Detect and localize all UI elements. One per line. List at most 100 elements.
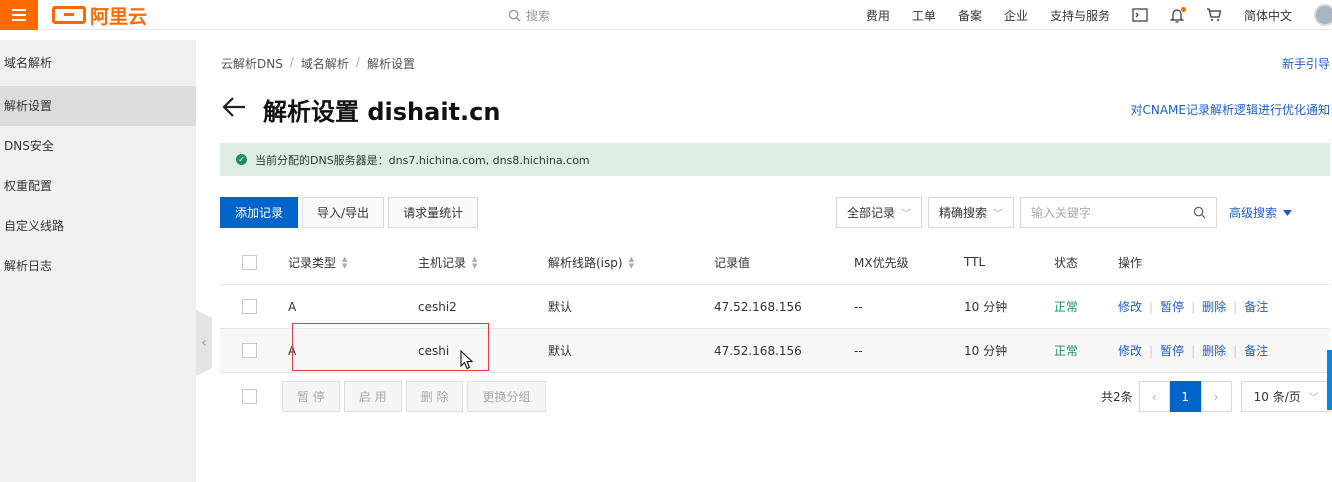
page-number[interactable]: 1 [1169,381,1201,412]
logo-text: 阿里云 [90,5,148,28]
cname-notice-link[interactable]: 对CNAME记录解析逻辑进行优化通知 [1130,101,1330,118]
column-label: MX优先级 [854,255,909,270]
nav-enterprise[interactable]: 企业 [1004,7,1028,24]
col-record-type[interactable]: 记录类型 ▲ ▼ [288,240,347,284]
terminal-icon[interactable] [1132,8,1148,22]
pause-link[interactable]: 暂停 [1160,342,1184,359]
column-label: 状态 [1054,255,1079,270]
column-label: 记录类型 [288,255,337,270]
cart-icon[interactable] [1206,8,1222,22]
chevron-down-icon: ﹀ [993,209,1004,220]
language-switch[interactable]: 简体中文 [1244,7,1292,24]
request-stats-button[interactable]: 请求量统计 [388,197,479,228]
select-all-checkbox[interactable] [242,254,257,270]
search-icon[interactable] [1193,206,1206,219]
resolution-line: 默认 [548,300,573,314]
page-size-select[interactable]: 10 条/页 ﹀ [1240,381,1330,412]
breadcrumb-item: 解析设置 [366,57,415,71]
sort-icon[interactable]: ▲ ▼ [342,255,347,269]
bulk-pause-button[interactable]: 暂 停 [282,381,340,412]
top-nav: 费用 工单 备案 企业 支持与服务 简体中文 [866,0,1332,30]
search-mode-value: 精确搜索 [939,206,988,220]
bell-icon[interactable] [1169,6,1186,23]
edit-link[interactable]: 修改 [1118,298,1142,315]
status-badge: 正常 [1054,300,1079,314]
add-record-button[interactable]: 添加记录 [220,197,299,228]
bulk-delete-button[interactable]: 删 除 [405,381,464,412]
row-actions: 修改 | 暂停 | 删除 | 备注 [1118,285,1268,328]
column-label: 主机记录 [418,255,467,270]
nav-fees[interactable]: 费用 [866,7,890,24]
advanced-search-toggle[interactable]: 高级搜索 [1229,204,1293,221]
sidebar-collapse-handle[interactable]: ‹ [196,310,212,376]
sidebar-item-dns-security[interactable]: DNS安全 [0,126,196,166]
chevron-down-icon: ﹀ [901,209,912,220]
keyword-input[interactable]: 输入关键字 [1020,197,1218,228]
chevron-left-icon: ‹ [201,335,207,351]
bulk-enable-button[interactable]: 启 用 [343,381,402,412]
avatar[interactable] [1314,4,1332,26]
chevron-down-icon: ﹀ [1308,393,1319,404]
action-separator: | [1149,343,1154,358]
sidebar-item-custom-line[interactable]: 自定义线路 [0,206,196,246]
column-label: 解析线路(isp) [548,255,623,270]
breadcrumb-item[interactable]: 云解析DNS [221,55,283,72]
pagination: 共2条 ‹ 1 › 10 条/页 ﹀ [1101,381,1330,412]
nav-tickets[interactable]: 工单 [912,7,936,24]
row-select-cell [242,285,257,328]
col-status: 状态 [1054,240,1078,284]
menu-icon[interactable] [0,0,38,30]
row-checkbox[interactable] [242,343,257,358]
page-title: 解析设置 dishait.cn [263,98,501,126]
aliyun-logo[interactable]: 阿里云 [52,3,148,28]
nav-support[interactable]: 支持与服务 [1050,7,1110,24]
change-group-button[interactable]: 更换分组 [467,381,546,412]
breadcrumb-separator: / [355,55,360,69]
action-separator: | [1149,299,1154,314]
sidebar-item-weight-config[interactable]: 权重配置 [0,166,196,206]
pause-link[interactable]: 暂停 [1160,298,1184,315]
import-export-button[interactable]: 导入/导出 [302,197,385,228]
dns-server-alert: ✓ 当前分配的DNS服务器是：dns7.hichina.com, dns8.hi… [220,143,1330,176]
sort-icon[interactable]: ▲ ▼ [629,255,634,269]
table-row: A ceshi 默认 47.52.168.156 -- 10 分钟 正常 修改 |… [220,329,1330,373]
search-mode-select[interactable]: 精确搜索 ﹀ [928,197,1015,228]
breadcrumb-item[interactable]: 域名解析 [301,55,349,72]
record-filter-select[interactable]: 全部记录 ﹀ [836,197,923,228]
col-host[interactable]: 主机记录 ▲ ▼ [418,240,477,284]
sidebar-item-resolution-log[interactable]: 解析日志 [0,246,196,286]
next-page-button[interactable]: › [1200,381,1232,412]
back-arrow-icon[interactable] [221,96,247,123]
select-all-cell [242,240,257,284]
records-table: 记录类型 ▲ ▼ 主机记录 ▲ ▼ 解析线路(isp) ▲ ▼ 记录值 MX优先级 TTL … [220,240,1330,373]
remark-link[interactable]: 备注 [1244,342,1268,359]
check-circle-icon: ✓ [236,154,247,165]
global-search[interactable]: 搜索 [508,7,550,24]
nav-icp[interactable]: 备案 [958,7,982,24]
prev-page-button[interactable]: ‹ [1138,381,1170,412]
sidebar-item-resolution-settings[interactable]: 解析设置 [0,86,196,126]
sidebar-item-domain-resolution[interactable]: 域名解析 [0,40,196,86]
remark-link[interactable]: 备注 [1244,298,1268,315]
sort-icon[interactable]: ▲ ▼ [472,255,477,269]
delete-link[interactable]: 删除 [1202,342,1226,359]
ttl: 10 分钟 [964,344,1008,358]
guide-link[interactable]: 新手引导 [1282,55,1330,72]
action-separator: | [1191,299,1196,314]
mx-priority: -- [854,343,863,358]
record-toolbar: 添加记录 导入/导出 请求量统计 [220,197,479,228]
record-value: 47.52.168.156 [714,299,802,314]
action-separator: | [1233,299,1238,314]
column-label: TTL [964,255,986,269]
mouse-cursor-icon [460,349,474,373]
column-label: 记录值 [714,255,751,270]
bulk-select-checkbox[interactable] [242,389,257,404]
col-line[interactable]: 解析线路(isp) ▲ ▼ [548,240,634,284]
delete-link[interactable]: 删除 [1202,298,1226,315]
floating-side-tab[interactable] [1327,350,1332,410]
edit-link[interactable]: 修改 [1118,342,1142,359]
host-record: ceshi2 [418,299,457,314]
top-bar: 阿里云 搜索 费用 工单 备案 企业 支持与服务 简体中文 [0,0,1332,30]
sidebar: 域名解析 解析设置 DNS安全 权重配置 自定义线路 解析日志 [0,40,196,482]
row-checkbox[interactable] [242,299,257,314]
